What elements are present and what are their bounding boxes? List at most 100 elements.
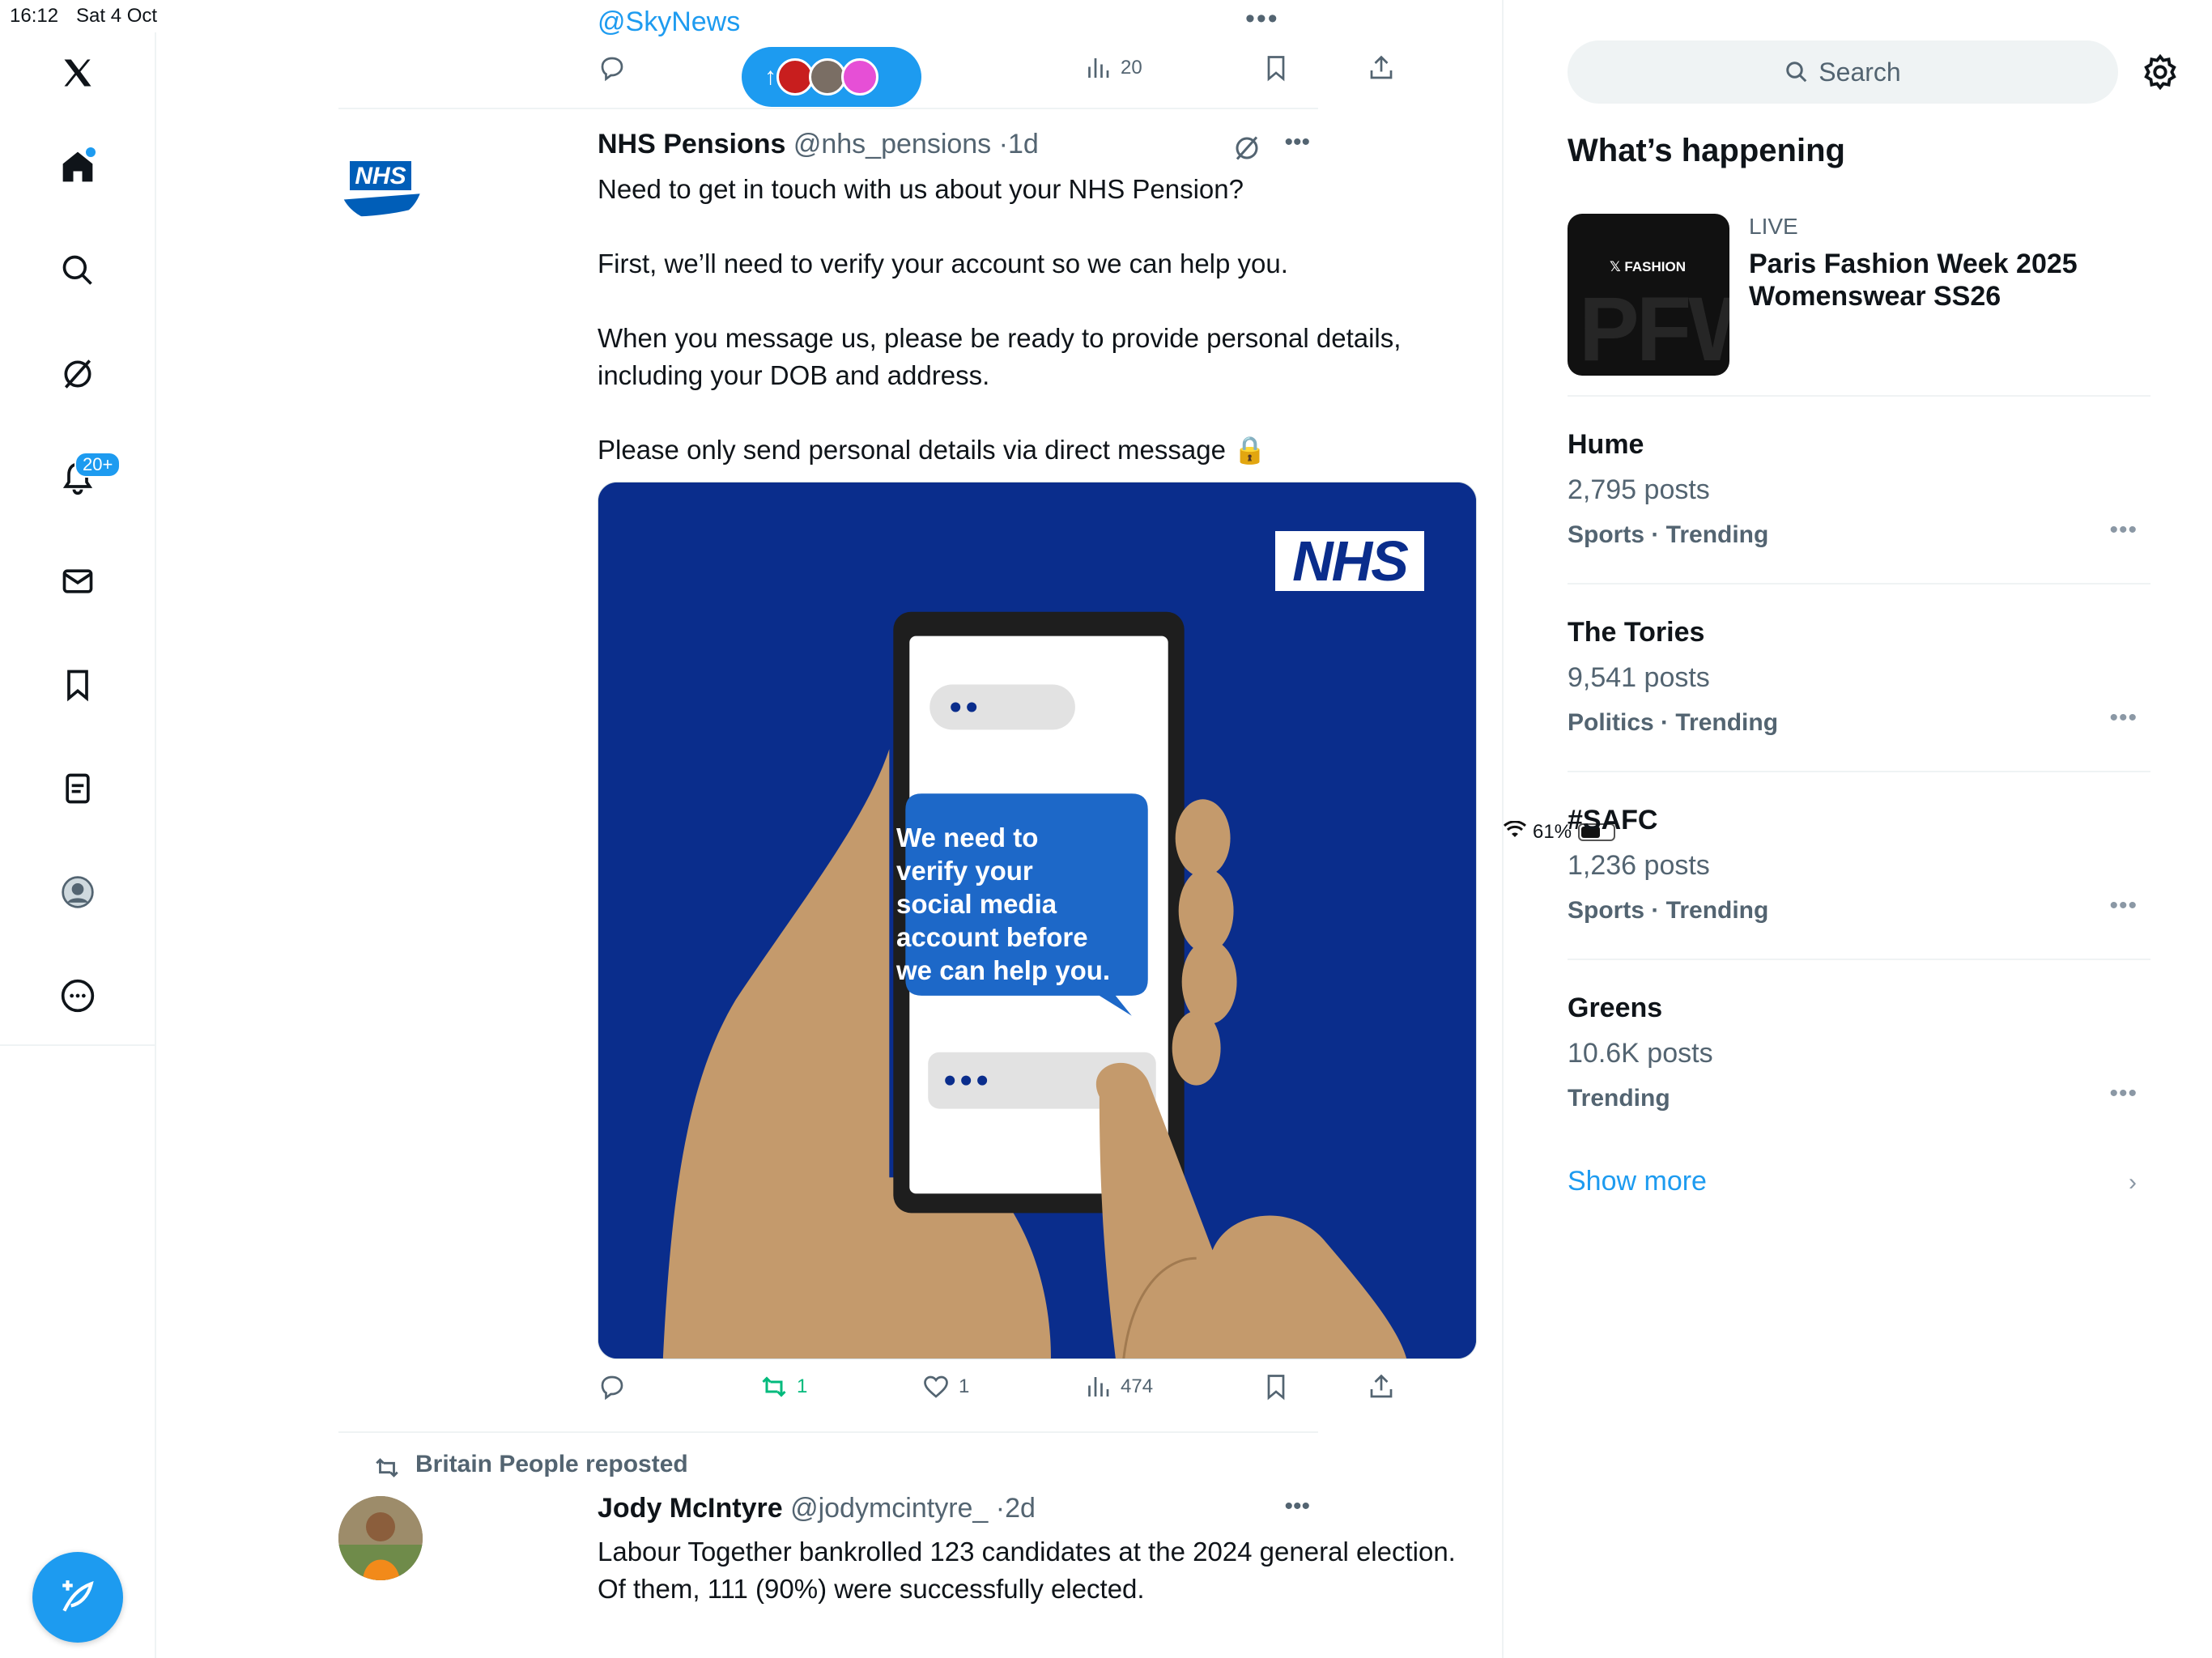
bookmarks-icon[interactable] xyxy=(53,661,102,709)
trend-item[interactable]: Hume 2,795 posts Sports · Trending ••• xyxy=(1568,429,2150,591)
tweet-text: Need to get in touch with us about your … xyxy=(598,174,1402,465)
trend-count: 1,236 posts xyxy=(1568,850,1710,881)
trend-item[interactable]: #SAFC 1,236 posts Sports · Trending ••• xyxy=(1568,805,2150,967)
more-icon[interactable] xyxy=(53,971,102,1020)
like-count: 1 xyxy=(959,1375,970,1397)
trend-category: Trending xyxy=(1568,1085,1670,1112)
views-icon xyxy=(1088,58,1109,78)
compose-button[interactable] xyxy=(32,1552,123,1643)
more-options-icon[interactable]: ••• xyxy=(2109,892,2138,920)
arrow-up-icon: ↑ xyxy=(764,63,776,90)
compose-icon xyxy=(62,1580,94,1612)
heart-icon xyxy=(924,1375,948,1398)
trend-title: #SAFC xyxy=(1568,805,1658,835)
trend-item[interactable]: The Tories 9,541 posts Politics · Trendi… xyxy=(1568,617,2150,779)
grok-icon[interactable] xyxy=(1232,134,1261,167)
more-options-icon[interactable]: ••• xyxy=(1284,1493,1310,1520)
trend-title: Hume xyxy=(1568,429,1644,460)
thumbnail-big-text: PFW xyxy=(1579,278,1729,376)
share-icon xyxy=(1370,55,1393,79)
share-icon xyxy=(1370,1374,1393,1398)
author-name[interactable]: Jody McIntyre xyxy=(598,1493,783,1524)
feature-thumbnail: PFW 𝕏 FASHION xyxy=(1568,214,1729,376)
retweet-icon xyxy=(762,1376,786,1397)
bookmark-icon xyxy=(1267,56,1285,82)
nhs-logo: NHS xyxy=(1275,529,1424,593)
trend-count: 10.6K posts xyxy=(1568,1038,1713,1069)
share-button[interactable] xyxy=(1367,1372,1396,1401)
trend-category: Politics · Trending xyxy=(1568,709,1779,736)
more-options-icon[interactable]: ••• xyxy=(1284,129,1310,156)
views-button[interactable]: 474 xyxy=(1083,1372,1153,1401)
chevron-right-icon: › xyxy=(2129,1169,2137,1196)
tweet-header: Jody McIntyre @jodymcintyre_ ·2d xyxy=(598,1493,1036,1524)
share-button[interactable] xyxy=(1367,53,1396,83)
settings-gear-icon[interactable] xyxy=(2142,53,2179,95)
more-options-icon[interactable]: ••• xyxy=(2109,517,2138,544)
nhs-logo-text: NHS xyxy=(1292,529,1409,593)
reply-button[interactable] xyxy=(598,53,627,83)
tweet-time[interactable]: 2d xyxy=(1005,1493,1036,1524)
feature-title: Paris Fashion Week 2025 Womenswear SS26 xyxy=(1749,249,2078,312)
tweet-time[interactable]: 1d xyxy=(1008,129,1039,159)
notifications-badge: 20+ xyxy=(74,452,121,478)
views-icon xyxy=(1088,1377,1109,1397)
retweet-button[interactable]: 1 xyxy=(759,1372,807,1401)
new-posts-pill[interactable]: ↑ xyxy=(742,47,921,107)
trend-category: Sports · Trending xyxy=(1568,521,1769,548)
messages-icon[interactable] xyxy=(53,557,102,606)
separator: · xyxy=(998,129,1008,159)
home-icon[interactable] xyxy=(53,142,102,191)
trend-title: Greens xyxy=(1568,993,1663,1023)
x-logo-icon[interactable] xyxy=(53,49,102,97)
trend-count: 9,541 posts xyxy=(1568,662,1710,693)
tweet-image[interactable]: NHS We need to verify your social media … xyxy=(598,482,1477,1359)
search-input[interactable]: Search xyxy=(1568,40,2118,104)
more-options-icon[interactable]: ••• xyxy=(2109,1080,2138,1107)
author-name[interactable]: NHS Pensions xyxy=(598,129,785,159)
top-dots-icon: ••• xyxy=(1245,3,1279,34)
lists-icon[interactable] xyxy=(53,764,102,813)
reply-button[interactable] xyxy=(598,1372,627,1401)
notifications-icon[interactable]: 20+ xyxy=(53,452,121,502)
tweet-nhs-pensions[interactable]: NHS NHS Pensions @nhs_pensions ·1d ••• N… xyxy=(338,109,1477,1445)
status-date: Sat 4 Oct xyxy=(76,5,158,27)
live-label: LIVE xyxy=(1749,214,1798,239)
timeline: @SkyNews ••• 4 20 ↑ NH xyxy=(156,0,1504,1658)
separator: · xyxy=(995,1493,1006,1524)
avatar[interactable]: NHS xyxy=(338,137,423,221)
trend-item[interactable]: Greens 10.6K posts Trending ••• xyxy=(1568,993,2150,1154)
sidebar-divider xyxy=(1568,959,2150,960)
trend-title: The Tories xyxy=(1568,617,1705,648)
bookmark-button[interactable] xyxy=(1261,1372,1291,1401)
search-placeholder: Search xyxy=(1819,57,1901,87)
tweet-jody-mcintyre[interactable]: Jody McIntyre @jodymcintyre_ ·2d ••• Lab… xyxy=(338,1431,1456,1658)
bookmark-button[interactable] xyxy=(1261,53,1291,83)
reply-icon xyxy=(601,1375,623,1401)
whats-happening-heading: What’s happening xyxy=(1568,133,1845,168)
bookmark-icon xyxy=(1267,1375,1285,1401)
like-button[interactable]: 1 xyxy=(921,1372,969,1401)
search-icon xyxy=(1786,62,1807,83)
reply-icon xyxy=(601,57,623,82)
right-sidebar: Search What’s happening PFW 𝕏 FASHION LI… xyxy=(1504,0,2212,1658)
tweet-header: NHS Pensions @nhs_pensions ·1d xyxy=(598,129,1039,160)
trend-category: Sports · Trending xyxy=(1568,897,1769,924)
views-button[interactable]: 20 xyxy=(1083,53,1142,83)
avatar-logo-text: NHS xyxy=(355,163,406,189)
profile-icon[interactable] xyxy=(53,868,102,916)
search-icon[interactable] xyxy=(53,246,102,295)
more-options-icon[interactable]: ••• xyxy=(2109,704,2138,732)
author-handle[interactable]: @nhs_pensions xyxy=(793,129,991,159)
trend-feature-paris-fashion-week[interactable]: PFW 𝕏 FASHION LIVE Paris Fashion Week 20… xyxy=(1568,214,2150,376)
left-navigation: 20+ xyxy=(0,32,156,1658)
sidebar-divider xyxy=(1568,583,2150,585)
author-handle[interactable]: @jodymcintyre_ xyxy=(790,1493,988,1524)
show-more-link[interactable]: Show more xyxy=(1568,1166,1707,1197)
sidebar-divider xyxy=(1568,771,2150,772)
views-count: 474 xyxy=(1121,1375,1154,1397)
chat-bubble-text: We need to verify your social media acco… xyxy=(896,823,1111,985)
retweet-count: 1 xyxy=(797,1375,808,1397)
mention-link[interactable]: @SkyNews xyxy=(598,6,740,38)
grok-icon[interactable] xyxy=(53,350,102,398)
